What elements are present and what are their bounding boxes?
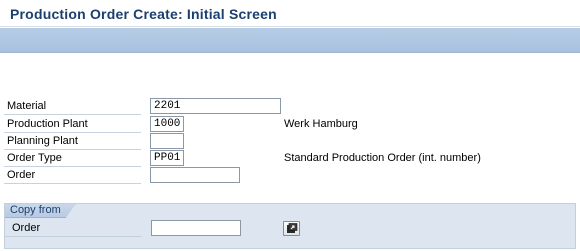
copy-from-order-label: Order — [5, 220, 142, 237]
copy-from-title: Copy from — [5, 204, 76, 218]
production-plant-row: Production Plant 1000 Werk Hamburg — [4, 116, 576, 133]
planning-plant-row: Planning Plant — [4, 133, 576, 150]
title-bar: Production Order Create: Initial Screen — [0, 0, 580, 27]
order-input[interactable] — [150, 167, 240, 183]
planning-plant-input[interactable] — [150, 133, 184, 149]
application-toolbar — [0, 28, 580, 53]
order-row: Order — [4, 167, 576, 184]
copy-from-order-input[interactable] — [151, 220, 241, 236]
order-label: Order — [4, 167, 141, 184]
page-title: Production Order Create: Initial Screen — [10, 6, 277, 22]
material-label: Material — [4, 98, 141, 115]
order-type-description: Standard Production Order (int. number) — [284, 152, 481, 164]
material-input[interactable]: 2201 — [150, 98, 281, 114]
copy-from-group: Copy from Order — [4, 203, 576, 249]
production-plant-input[interactable]: 1000 — [150, 116, 184, 132]
copy-from-button[interactable] — [283, 221, 300, 236]
production-plant-description: Werk Hamburg — [284, 118, 358, 130]
copy-from-icon — [287, 223, 298, 233]
order-type-label: Order Type — [4, 150, 141, 167]
material-row: Material 2201 — [4, 98, 576, 115]
order-type-input[interactable]: PP01 — [150, 150, 184, 166]
order-type-row: Order Type PP01 Standard Production Orde… — [4, 150, 576, 167]
planning-plant-label: Planning Plant — [4, 133, 141, 150]
production-plant-label: Production Plant — [4, 116, 141, 133]
main-content: Material 2201 Production Plant 1000 Werk… — [0, 54, 580, 251]
copy-from-order-row: Order — [5, 220, 577, 237]
